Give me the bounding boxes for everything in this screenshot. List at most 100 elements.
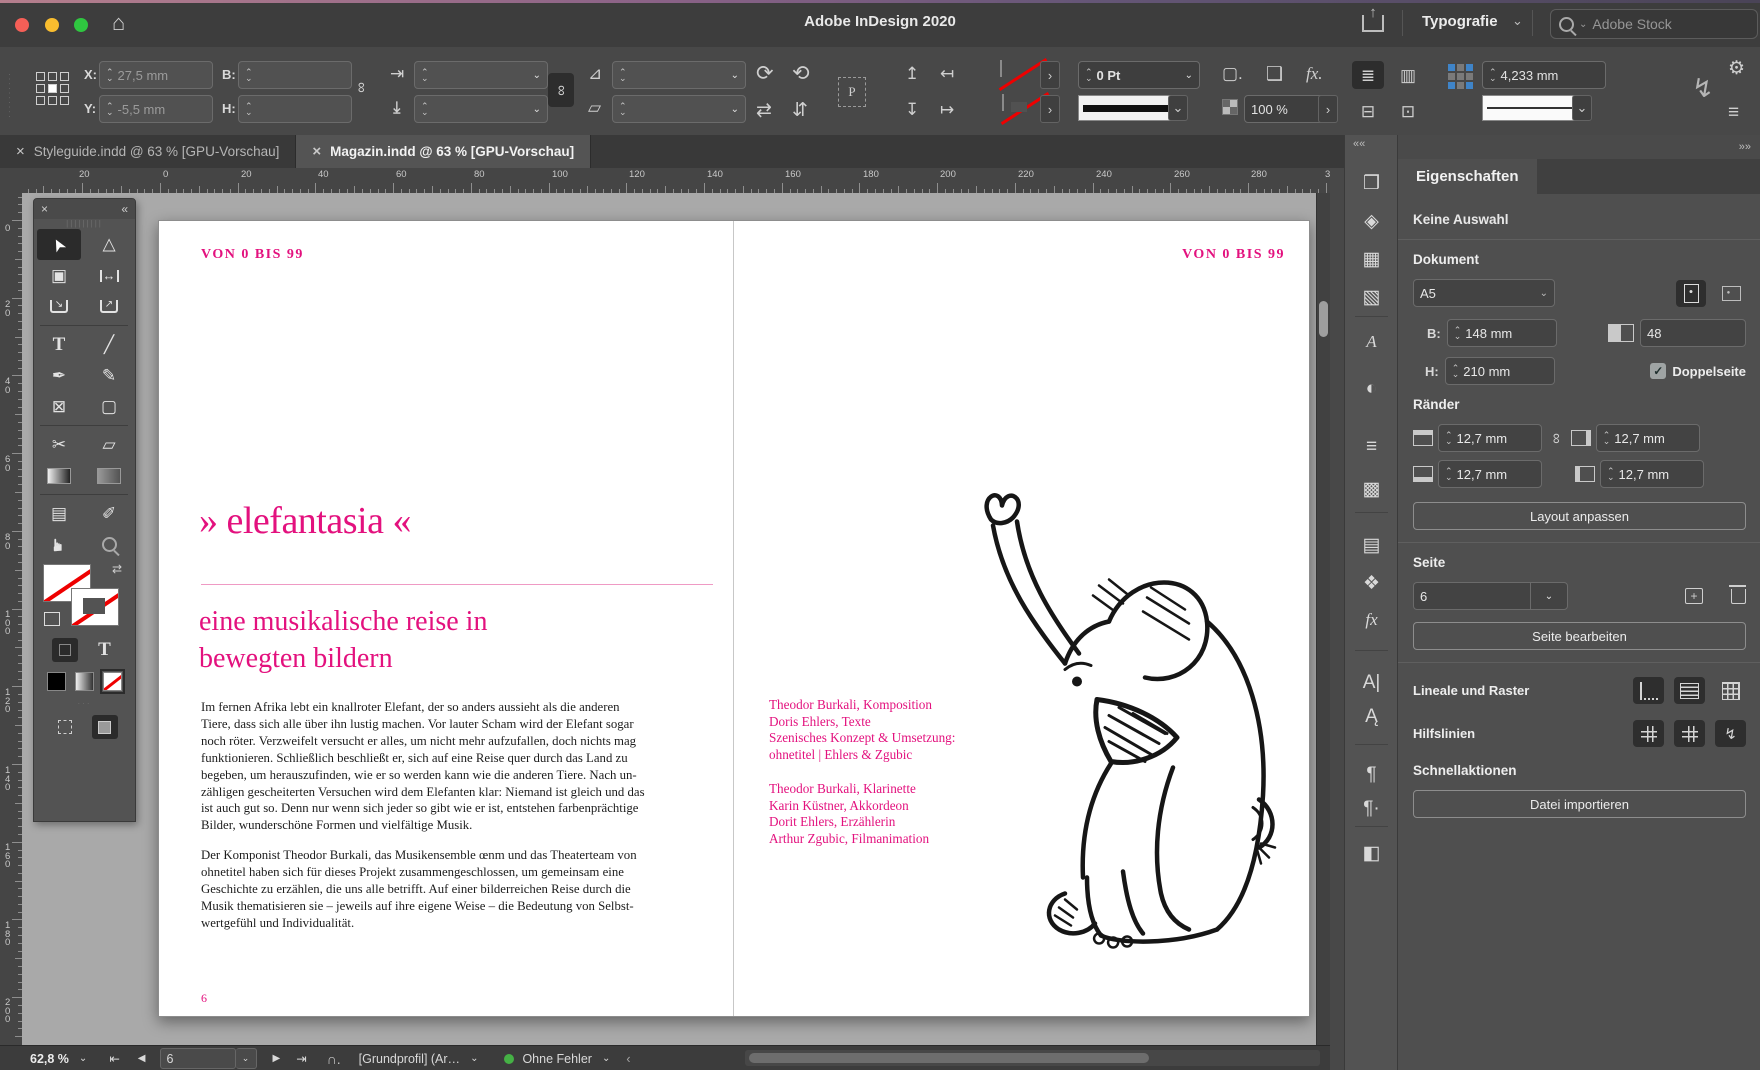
horizontal-scrollbar-thumb[interactable]: [749, 1053, 1149, 1063]
collapse-tools-icon[interactable]: «: [121, 202, 128, 216]
minimize-window-icon[interactable]: [45, 18, 59, 32]
hand-tool[interactable]: ☛: [37, 529, 81, 560]
orientation-portrait-button[interactable]: [1676, 280, 1706, 307]
page-width-field[interactable]: ⌃⌄148 mm: [1447, 319, 1557, 347]
preflight-icon[interactable]: ∩.: [327, 1051, 341, 1067]
maximize-window-icon[interactable]: [74, 18, 88, 32]
ruler-horizontal[interactable]: 2002040608010012014016018020022024026028…: [22, 168, 1330, 194]
gradient-icon[interactable]: ▩: [1345, 478, 1398, 501]
margin-right-field[interactable]: ⌃⌄12,7 mm: [1596, 424, 1700, 452]
paragraph-icon[interactable]: ¶: [1345, 764, 1398, 786]
swap-fill-stroke-icon[interactable]: ⇄: [112, 562, 122, 576]
add-page-button[interactable]: +: [1685, 588, 1703, 604]
preview-style-chevron-icon[interactable]: ⌄: [1572, 95, 1592, 121]
note-tool[interactable]: ▤: [37, 498, 81, 529]
zoom-chevron-icon[interactable]: ⌄: [79, 1053, 87, 1064]
page-number-field[interactable]: 6: [160, 1048, 236, 1069]
seite-bearbeiten-button[interactable]: Seite bearbeiten: [1413, 622, 1746, 650]
page-tool[interactable]: ▣: [37, 260, 81, 291]
height-field[interactable]: ⌃⌄: [238, 95, 352, 123]
fill-color-swatch[interactable]: [1000, 60, 1002, 77]
page-number-chevron-icon[interactable]: ⌄: [236, 1048, 257, 1069]
effects-fx-icon[interactable]: fx.: [1306, 65, 1323, 82]
search-chevron-icon[interactable]: ⌄: [1579, 19, 1587, 30]
baseline-grid-button[interactable]: [1674, 677, 1705, 704]
story-editor-icon[interactable]: ▤: [1345, 534, 1398, 557]
ruler-corner[interactable]: [0, 168, 23, 194]
select-previous-icon[interactable]: ↤: [940, 65, 954, 82]
x-field[interactable]: ⌃⌄27,5 mm: [99, 61, 213, 89]
page-select-chevron-icon[interactable]: ⌄: [1530, 582, 1568, 610]
stroke-icon[interactable]: ≡: [1345, 436, 1398, 458]
cc-libraries-icon[interactable]: ▧: [1345, 286, 1398, 309]
lock-guides-button[interactable]: [1674, 720, 1705, 747]
page-height-field[interactable]: ⌃⌄210 mm: [1445, 357, 1555, 385]
gap-tool[interactable]: ↔: [87, 260, 131, 291]
formatting-affects-container-icon[interactable]: [52, 638, 78, 662]
gradient-swatch-tool[interactable]: [37, 460, 81, 491]
content-collector-tool[interactable]: ↘: [37, 291, 81, 322]
drop-shadow-icon[interactable]: ❑: [1266, 65, 1283, 84]
first-page-button[interactable]: ⇤: [109, 1051, 119, 1066]
pen-tool[interactable]: ✒: [37, 360, 81, 391]
text-columns-icon[interactable]: ▥: [1392, 61, 1424, 89]
next-page-button[interactable]: ▶: [273, 1053, 281, 1064]
content-placer-tool[interactable]: ↗: [87, 291, 131, 322]
type-tool[interactable]: T: [37, 329, 81, 360]
doppelseite-checkbox[interactable]: ✓: [1650, 363, 1666, 379]
collapse-dock-icon[interactable]: ««: [1353, 138, 1365, 150]
last-page-button[interactable]: ⇥: [296, 1051, 306, 1066]
preview-style-field[interactable]: [1482, 95, 1580, 121]
close-tab-icon[interactable]: ×: [312, 143, 321, 160]
fill-stroke-proxy[interactable]: ⇄: [34, 560, 135, 630]
document-grid-button[interactable]: [1715, 677, 1746, 704]
layers-icon[interactable]: ◈: [1345, 210, 1398, 233]
y-field[interactable]: ⌃⌄-5,5 mm: [99, 95, 213, 123]
screen-mode-icon[interactable]: [92, 715, 118, 739]
close-window-icon[interactable]: [15, 18, 29, 32]
preflight-profile[interactable]: [Grundprofil] (Ar…: [359, 1052, 460, 1066]
error-status[interactable]: Ohne Fehler: [522, 1052, 591, 1066]
pages-count-field[interactable]: 48: [1640, 319, 1746, 347]
scale-x-field[interactable]: ⌃⌄⌄: [414, 61, 548, 89]
document-canvas[interactable]: VON 0 BIS 99 » elefantasia « eine musika…: [22, 193, 1330, 1045]
formatting-affects-text-icon[interactable]: T: [92, 638, 118, 662]
margins-link-icon[interactable]: ∞: [1548, 433, 1565, 444]
frame-tool[interactable]: ⊠: [37, 391, 81, 422]
workspace-switcher[interactable]: Typografie: [1422, 13, 1498, 30]
constrain-dimensions-icon[interactable]: ∞: [353, 82, 370, 93]
pages-icon[interactable]: ❒: [1345, 172, 1398, 195]
show-rulers-button[interactable]: [1633, 677, 1664, 704]
scissors-tool[interactable]: ✂: [37, 429, 81, 460]
margin-bottom-field[interactable]: ⌃⌄12,7 mm: [1438, 460, 1542, 488]
stroke-weight-field[interactable]: ⌃⌄0 Pt⌄: [1078, 61, 1200, 89]
eyedropper-tool[interactable]: ✐: [87, 498, 131, 529]
rotation-field[interactable]: ⌃⌄⌄: [612, 95, 746, 123]
select-content-icon[interactable]: ↧: [905, 101, 919, 118]
justify-all-icon[interactable]: ≣: [1352, 61, 1384, 89]
stroke-proxy-swatch[interactable]: [71, 588, 119, 626]
flip-horizontal-icon[interactable]: ⇄: [756, 101, 772, 120]
fill-options-chevron-icon[interactable]: ›: [1040, 61, 1060, 89]
window-controls[interactable]: [15, 18, 100, 35]
glyphs-icon[interactable]: Ą: [1345, 706, 1398, 728]
vertical-scrollbar-thumb[interactable]: [1319, 301, 1328, 337]
scale-y-field[interactable]: ⌃⌄⌄: [414, 95, 548, 123]
vertical-justify-center-icon[interactable]: ⊡: [1392, 97, 1424, 125]
layout-anpassen-button[interactable]: Layout anpassen: [1413, 502, 1746, 530]
horizontal-scrollbar[interactable]: [745, 1050, 1320, 1066]
opacity-chevron-icon[interactable]: ›: [1318, 95, 1338, 123]
default-fill-stroke-icon[interactable]: [44, 612, 60, 626]
tab-magazin[interactable]: × Magazin.indd @ 63 % [GPU-Vorschau]: [296, 135, 591, 168]
character-styles-icon[interactable]: A: [1345, 332, 1398, 352]
rotate-cw-icon[interactable]: ⟳: [756, 63, 774, 84]
margin-top-field[interactable]: ⌃⌄12,7 mm: [1438, 424, 1542, 452]
appearance-icon[interactable]: ◐: [1345, 378, 1398, 400]
page-spread[interactable]: VON 0 BIS 99 » elefantasia « eine musika…: [158, 220, 1310, 1017]
select-next-icon[interactable]: ↦: [940, 101, 954, 118]
vertical-justify-top-icon[interactable]: ⊟: [1352, 97, 1384, 125]
share-icon[interactable]: [1362, 15, 1384, 32]
paragraph-placeholder-icon[interactable]: P: [838, 77, 866, 107]
line-tool[interactable]: ╱: [87, 329, 131, 360]
offset-field[interactable]: ⌃⌄4,233 mm: [1482, 61, 1606, 89]
